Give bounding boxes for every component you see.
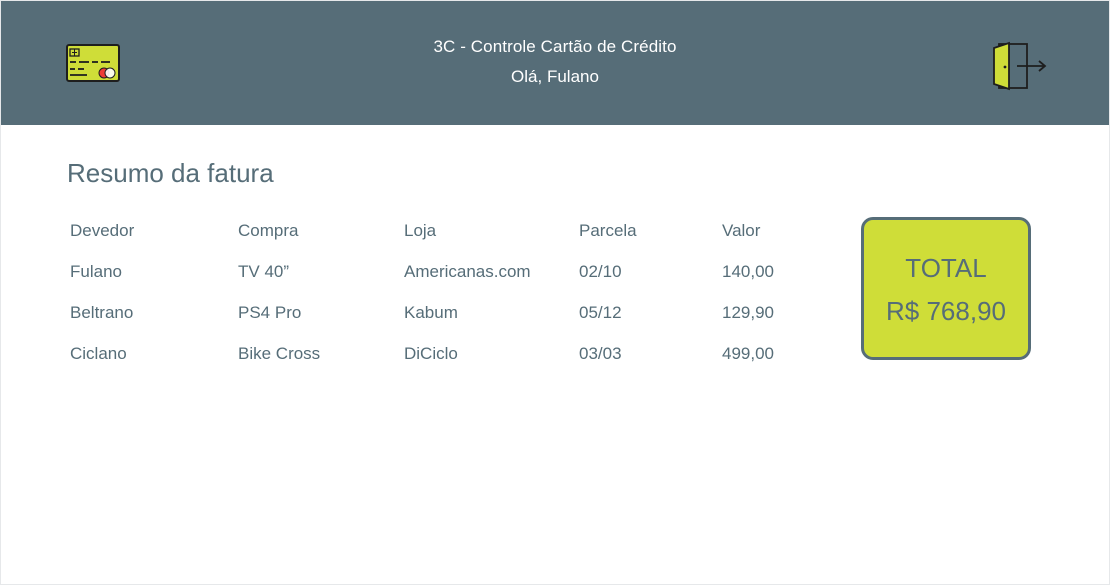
column-header-compra: Compra [238,221,299,240]
cell-parcela: 03/03 [579,344,622,363]
logout-button[interactable] [989,39,1049,93]
cell-compra: TV 40” [238,262,290,281]
app-page: 3C - Controle Cartão de Crédito Olá, Ful… [0,0,1110,585]
page-title: Resumo da fatura [67,158,274,188]
cell-devedor: Ciclano [70,344,127,363]
cell-parcela: 02/10 [579,262,622,281]
logout-door-icon [993,41,1047,91]
column-header-parcela: Parcela [579,221,637,240]
cell-valor: 129,90 [722,303,774,322]
column-header-valor: Valor [722,221,761,240]
cell-loja: Americanas.com [404,262,531,281]
cell-compra: PS4 Pro [238,303,302,322]
cell-valor: 140,00 [722,262,774,281]
app-header: 3C - Controle Cartão de Crédito Olá, Ful… [1,1,1109,125]
column-header-devedor: Devedor [70,221,135,240]
total-card: TOTAL R$ 768,90 [861,217,1031,360]
total-label: TOTAL [905,253,987,283]
cell-devedor: Beltrano [70,303,134,322]
cell-loja: Kabum [404,303,458,322]
cell-compra: Bike Cross [238,344,321,363]
user-greeting: Olá, Fulano [511,67,599,86]
total-value: R$ 768,90 [886,296,1006,326]
cell-parcela: 05/12 [579,303,622,322]
cell-loja: DiCiclo [404,344,458,363]
cell-devedor: Fulano [70,262,122,281]
column-header-loja: Loja [404,221,437,240]
cell-valor: 499,00 [722,344,774,363]
app-title: 3C - Controle Cartão de Crédito [433,37,677,56]
